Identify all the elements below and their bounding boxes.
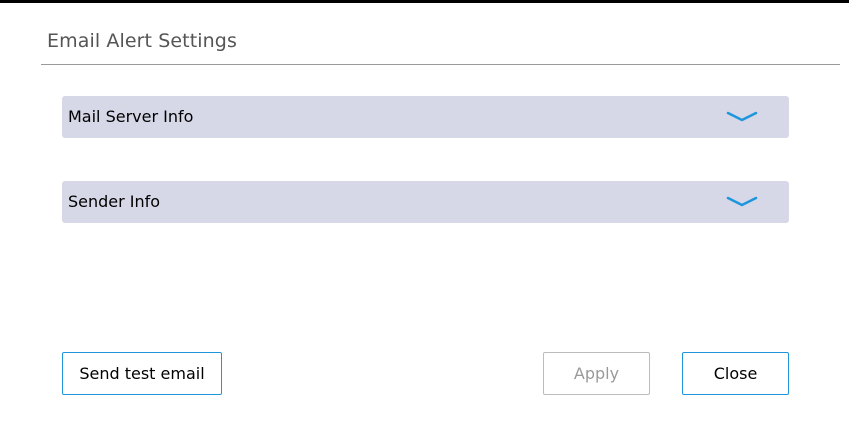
section-label-mail-server-info: Mail Server Info: [68, 107, 194, 126]
chevron-down-icon[interactable]: [725, 110, 759, 124]
window-top-border: [0, 0, 849, 3]
title-divider: [41, 64, 840, 65]
close-button[interactable]: Close: [682, 352, 789, 395]
send-test-email-button[interactable]: Send test email: [62, 352, 222, 395]
section-label-sender-info: Sender Info: [68, 192, 161, 211]
section-header-mail-server-info[interactable]: Mail Server Info: [62, 96, 789, 138]
chevron-down-icon[interactable]: [725, 195, 759, 209]
dialog-title: Email Alert Settings: [47, 30, 237, 52]
apply-button[interactable]: Apply: [543, 352, 650, 395]
section-header-sender-info[interactable]: Sender Info: [62, 181, 789, 223]
